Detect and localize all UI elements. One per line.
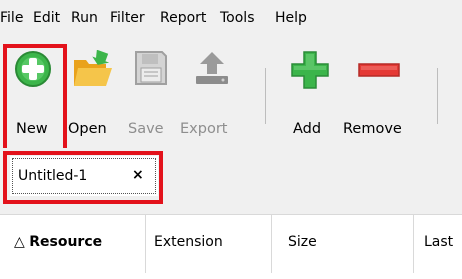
column-header-label: Resource xyxy=(29,234,103,250)
export-icon xyxy=(196,52,228,84)
floppy-disk-icon xyxy=(135,51,167,85)
menu-filter[interactable]: Filter xyxy=(110,9,145,27)
remove-button-label: Remove xyxy=(343,121,402,137)
export-button[interactable]: Export xyxy=(180,50,242,142)
toolbar-separator xyxy=(437,68,438,124)
folder-open-icon xyxy=(74,50,112,86)
save-button-label: Save xyxy=(128,121,164,137)
minus-icon xyxy=(358,63,400,77)
column-header-resource[interactable]: △ Resource xyxy=(0,215,146,273)
column-header-label: Size xyxy=(288,234,317,250)
toolbar-separator xyxy=(265,68,266,124)
column-header-size[interactable]: Size xyxy=(272,215,414,273)
new-button-highlight xyxy=(3,44,67,152)
column-header-label: Extension xyxy=(154,234,223,250)
column-header-extension[interactable]: Extension xyxy=(146,215,272,273)
save-button[interactable]: Save xyxy=(128,50,174,142)
sort-ascending-icon: △ xyxy=(14,234,25,250)
menu-tools[interactable]: Tools xyxy=(220,9,255,27)
menu-help[interactable]: Help xyxy=(275,9,307,27)
tab-highlight xyxy=(3,151,163,204)
menu-edit[interactable]: Edit xyxy=(33,9,60,27)
menu-file[interactable]: File xyxy=(0,9,23,27)
menu-run[interactable]: Run xyxy=(71,9,98,27)
plus-icon xyxy=(291,51,329,89)
toolbar: New Open Save Export Add Remove xyxy=(0,38,462,148)
open-button-label: Open xyxy=(68,121,107,137)
add-button-label: Add xyxy=(293,121,322,137)
table-header: △ Resource Extension Size Last xyxy=(0,214,462,279)
export-button-label: Export xyxy=(180,121,228,137)
column-header-last[interactable]: Last xyxy=(414,215,462,273)
remove-button[interactable]: Remove xyxy=(343,50,417,142)
add-button[interactable]: Add xyxy=(286,50,332,142)
menu-report[interactable]: Report xyxy=(160,9,206,27)
column-header-label: Last xyxy=(424,234,454,250)
menu-bar: File Edit Run Filter Report Tools Help xyxy=(0,0,462,38)
open-button[interactable]: Open xyxy=(68,50,114,142)
